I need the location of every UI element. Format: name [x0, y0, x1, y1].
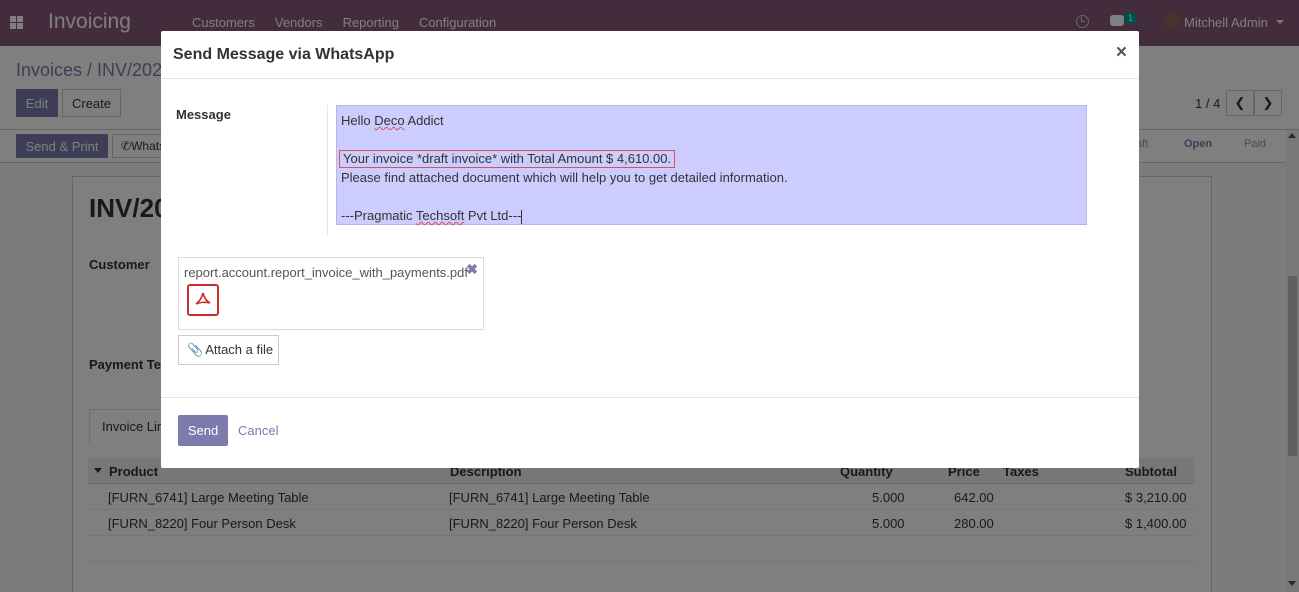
attach-file-button[interactable]: 📎 Attach a file [178, 335, 279, 365]
text-cursor [521, 209, 523, 224]
message-line: Your invoice *draft invoice* with Total … [339, 149, 1082, 168]
paperclip-icon: 📎 [187, 342, 204, 357]
message-textarea[interactable]: Hello Deco Addict Your invoice *draft in… [336, 105, 1087, 225]
whatsapp-dialog: Send Message via WhatsApp × Message Hell… [161, 31, 1139, 468]
dialog-footer: Send Cancel [161, 397, 1139, 468]
dialog-header: Send Message via WhatsApp × [161, 31, 1139, 79]
message-line: Hello Deco Addict [341, 113, 444, 128]
field-divider [327, 105, 328, 235]
misspelled-word: Techsoft [415, 208, 465, 223]
send-button[interactable]: Send [178, 415, 228, 446]
dialog-title: Send Message via WhatsApp [173, 46, 395, 63]
message-line-blank [341, 130, 1082, 149]
message-line: ---Pragmatic Techsoft Pvt Ltd--- [341, 208, 523, 224]
cancel-button[interactable]: Cancel [238, 423, 278, 438]
message-label: Message [176, 107, 231, 122]
misspelled-word: Deco [374, 113, 405, 128]
message-line: Please find attached document which will… [341, 170, 788, 185]
attach-file-label: Attach a file [205, 342, 274, 357]
attachment-filename[interactable]: report.account.report_invoice_with_payme… [184, 265, 468, 280]
remove-attachment-icon[interactable]: ✖ [466, 261, 478, 278]
attachment-card: report.account.report_invoice_with_payme… [178, 257, 484, 330]
close-icon[interactable]: × [1116, 42, 1127, 64]
highlighted-amount-text: Your invoice *draft invoice* with Total … [339, 150, 676, 168]
pdf-file-icon[interactable] [187, 284, 219, 316]
message-line-blank [341, 187, 1082, 206]
